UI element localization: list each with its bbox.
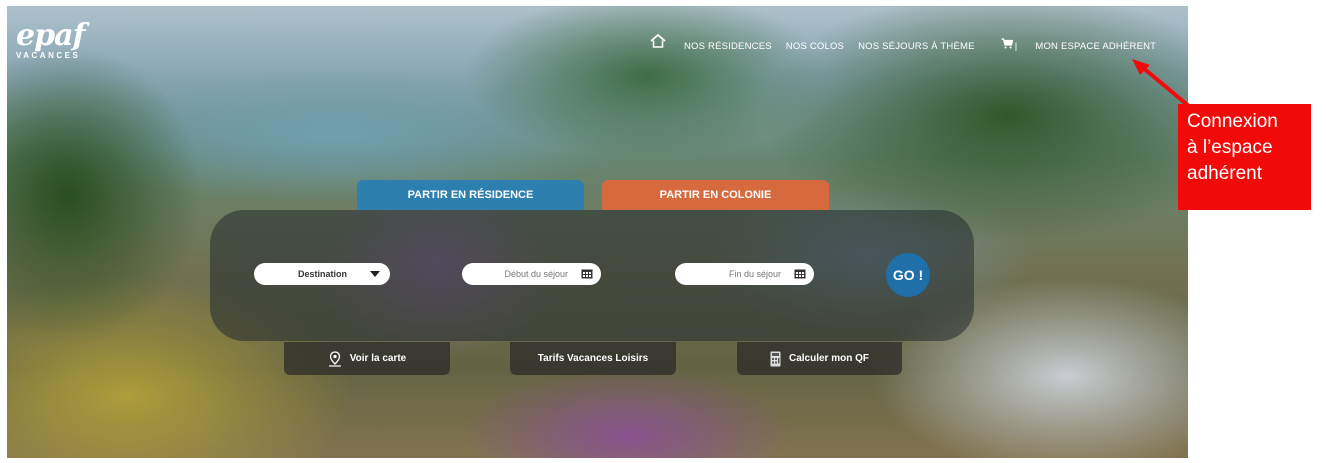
view-map-button[interactable]: Voir la carte bbox=[284, 342, 450, 375]
chevron-down-icon bbox=[370, 271, 380, 277]
cart-icon[interactable] bbox=[1001, 38, 1013, 49]
nav-colos[interactable]: NOS COLOS bbox=[786, 41, 844, 52]
nav-member-space[interactable]: MON ESPACE ADHÉRENT bbox=[1035, 41, 1156, 52]
destination-select[interactable]: Destination bbox=[254, 263, 390, 285]
annotation-callout: Connexion à l’espace adhérent bbox=[1178, 104, 1311, 210]
annotation-line2: à l’espace bbox=[1187, 137, 1273, 158]
destination-label: Destination bbox=[298, 269, 348, 279]
epaf-logo[interactable]: epaf VACANCES bbox=[16, 18, 85, 61]
tab-partir-residence[interactable]: PARTIR EN RÉSIDENCE bbox=[357, 180, 584, 210]
end-date-field[interactable]: Fin du séjour bbox=[675, 263, 814, 285]
start-date-placeholder: Début du séjour bbox=[504, 269, 568, 279]
nav-separator: | bbox=[1014, 40, 1018, 52]
calendar-icon[interactable] bbox=[794, 268, 806, 279]
calculate-qf-label: Calculer mon QF bbox=[788, 353, 869, 364]
view-map-label: Voir la carte bbox=[349, 353, 407, 364]
tariffs-button[interactable]: Tarifs Vacances Loisirs bbox=[510, 342, 676, 375]
logo-mark: epaf bbox=[16, 18, 85, 53]
tariffs-label: Tarifs Vacances Loisirs bbox=[537, 353, 649, 364]
end-date-placeholder: Fin du séjour bbox=[728, 269, 781, 279]
calendar-icon[interactable] bbox=[581, 268, 593, 279]
tab-partir-colonie[interactable]: PARTIR EN COLONIE bbox=[602, 180, 829, 210]
nav-residences[interactable]: NOS RÉSIDENCES bbox=[684, 41, 772, 52]
nav-sejours-theme[interactable]: NOS SÉJOURS À THÈME bbox=[858, 41, 975, 52]
top-nav: NOS RÉSIDENCES NOS COLOS NOS SÉJOURS À T… bbox=[650, 38, 1181, 54]
calculator-icon bbox=[770, 351, 781, 366]
annotation-line3: adhérent bbox=[1187, 163, 1263, 184]
map-pin-icon bbox=[328, 350, 341, 367]
start-date-field[interactable]: Début du séjour bbox=[462, 263, 601, 285]
calculate-qf-button[interactable]: Calculer mon QF bbox=[737, 342, 902, 375]
annotation-line1: Connexion bbox=[1187, 111, 1278, 132]
logo-subtitle: VACANCES bbox=[16, 51, 81, 60]
go-button[interactable]: GO ! bbox=[886, 253, 930, 297]
